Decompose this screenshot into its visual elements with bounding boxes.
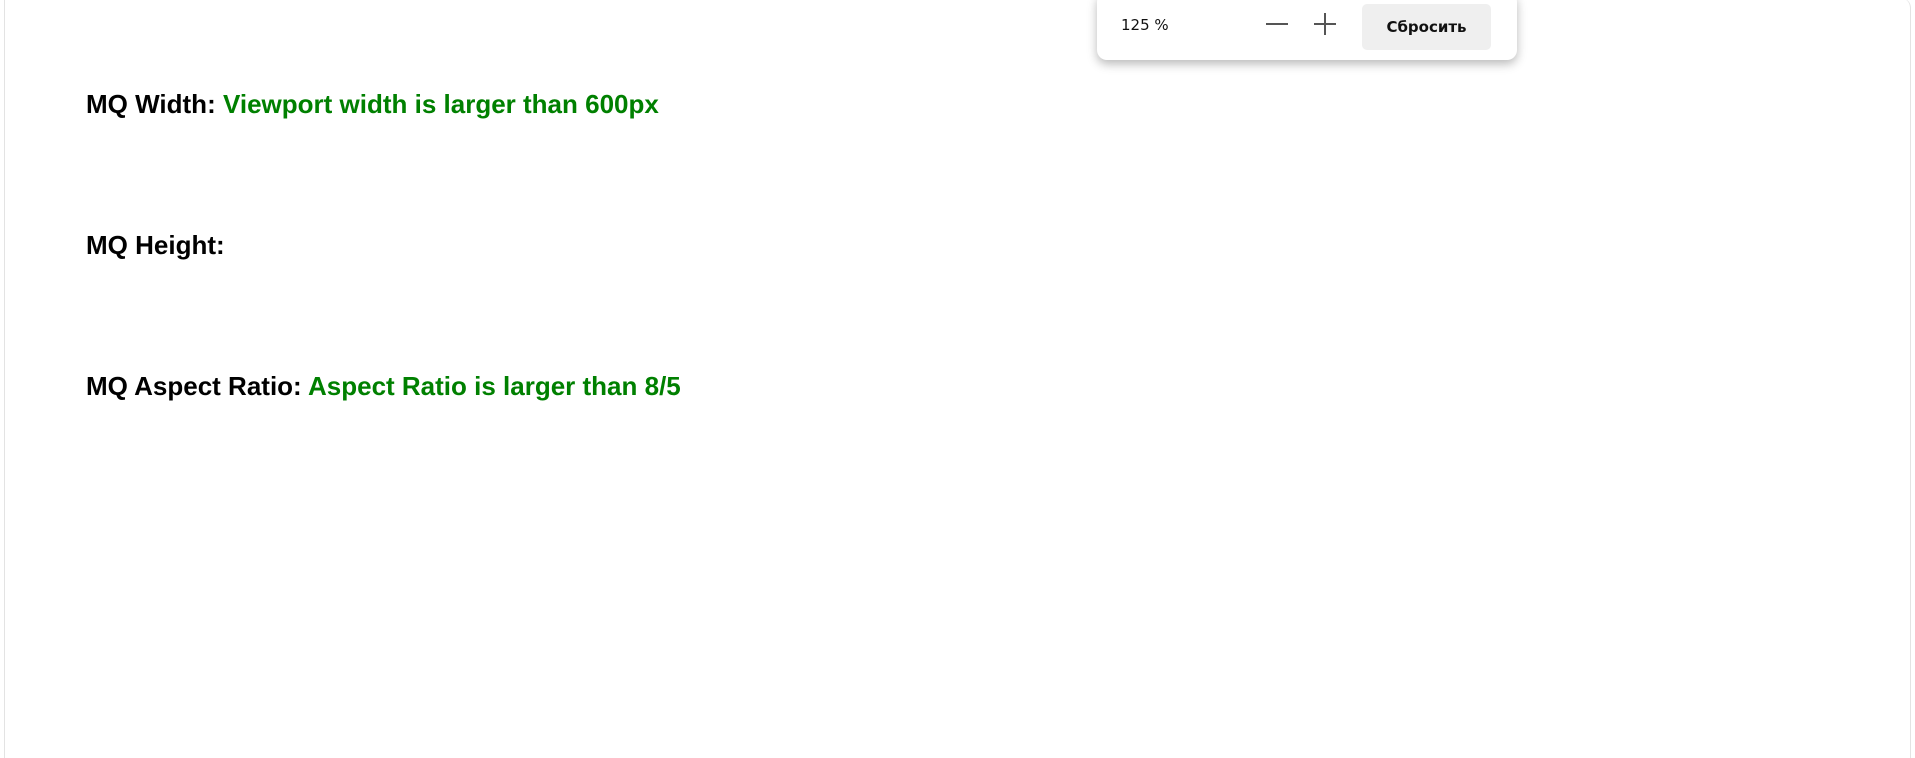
reset-zoom-button[interactable]: Сбросить [1362, 4, 1491, 50]
zoom-level: 125 % [1121, 16, 1169, 34]
zoom-in-button[interactable] [1306, 6, 1342, 42]
zoom-out-button[interactable] [1258, 6, 1294, 42]
mq-width-value: Viewport width is larger than 600px [222, 89, 659, 119]
mq-aspect-label: MQ Aspect Ratio: [86, 371, 302, 401]
mq-height-line: MQ Height: [86, 230, 225, 261]
mq-aspect-value: Aspect Ratio is larger than 8/5 [307, 371, 681, 401]
zoom-popup: 125 % Сбросить [1097, 0, 1517, 60]
mq-aspect-line: MQ Aspect Ratio: Aspect Ratio is larger … [86, 371, 681, 402]
mq-width-line: MQ Width: Viewport width is larger than … [86, 89, 659, 120]
mq-height-label: MQ Height: [86, 230, 225, 260]
mq-width-label: MQ Width: [86, 89, 216, 119]
